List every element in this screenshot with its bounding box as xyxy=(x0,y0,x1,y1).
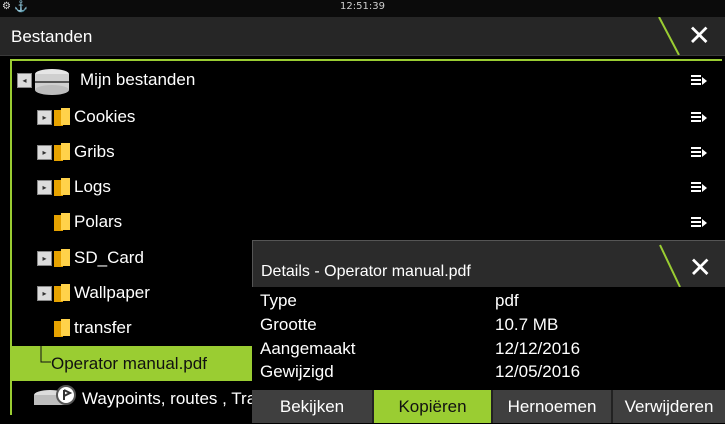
window-title: Bestanden xyxy=(11,27,93,46)
view-button[interactable]: Bekijken xyxy=(252,390,374,423)
folder-icon xyxy=(54,108,70,126)
details-button-bar: Bekijken Kopiëren Hernoemen Verwijderen xyxy=(252,390,725,423)
expand-icon[interactable]: ▸ xyxy=(37,251,52,266)
close-button[interactable]: ✕ xyxy=(657,17,725,55)
tree-item-label: Wallpaper xyxy=(74,283,150,302)
folder-icon xyxy=(54,213,70,231)
context-menu-icon[interactable] xyxy=(691,216,707,230)
folder-icon xyxy=(54,178,70,196)
expand-icon[interactable]: ▸ xyxy=(37,145,52,160)
tree-item-label: Logs xyxy=(74,177,111,196)
detail-key-type: Type xyxy=(260,291,297,310)
tree-item-cookies[interactable]: ▸ Cookies xyxy=(12,100,717,135)
tree-item-label: SD_Card xyxy=(74,248,144,267)
copy-button[interactable]: Kopiëren xyxy=(374,390,493,423)
tree-item-logs[interactable]: ▸ Logs xyxy=(12,170,717,205)
delete-button[interactable]: Verwijderen xyxy=(613,390,725,423)
close-icon: ✕ xyxy=(687,19,711,52)
expand-icon[interactable]: ▸ xyxy=(37,286,52,301)
waypoints-icon xyxy=(34,385,76,405)
detail-value-modified: 12/05/2016 xyxy=(495,362,581,381)
expand-icon[interactable]: ▸ xyxy=(37,110,52,125)
context-menu-icon[interactable] xyxy=(691,146,707,160)
collapse-icon[interactable]: ◂ xyxy=(17,73,32,88)
tree-root[interactable]: ◂ Mijn bestanden xyxy=(12,63,717,98)
close-icon: ✕ xyxy=(688,251,712,284)
detail-value-size: 10.7 MB xyxy=(495,315,559,334)
folder-icon xyxy=(54,249,70,267)
context-menu-icon[interactable] xyxy=(691,74,707,88)
status-bar: ⚙ ⚓ 12:51:39 xyxy=(0,0,725,17)
detail-value-created: 12/12/2016 xyxy=(495,339,581,358)
tree-item-gribs[interactable]: ▸ Gribs xyxy=(12,135,717,170)
folder-icon xyxy=(54,143,70,161)
expand-icon[interactable]: ▸ xyxy=(37,180,52,195)
context-menu-icon[interactable] xyxy=(691,181,707,195)
storage-icon xyxy=(35,69,69,95)
tree-root-label: Mijn bestanden xyxy=(80,70,196,89)
title-bar: Bestanden ✕ xyxy=(0,17,725,56)
folder-icon xyxy=(54,284,70,302)
detail-value-type: pdf xyxy=(495,291,519,310)
details-title: Details - Operator manual.pdf xyxy=(261,263,471,280)
clock: 12:51:39 xyxy=(340,1,385,12)
detail-key-created: Aangemaakt xyxy=(260,339,356,358)
context-menu-icon[interactable] xyxy=(691,111,707,125)
tree-connector xyxy=(40,346,51,363)
rename-button[interactable]: Hernoemen xyxy=(493,390,613,423)
detail-key-modified: Gewijzigd xyxy=(260,362,334,381)
tree-item-polars[interactable]: Polars xyxy=(12,205,717,240)
tree-item-label: Gribs xyxy=(74,142,115,161)
folder-icon xyxy=(54,319,70,337)
details-close-button[interactable]: ✕ xyxy=(658,241,725,287)
tree-item-label: Operator manual.pdf xyxy=(51,354,207,373)
detail-key-size: Grootte xyxy=(260,315,317,334)
tree-item-label: Polars xyxy=(74,212,123,231)
tree-item-label: transfer xyxy=(74,318,132,337)
details-dialog: Details - Operator manual.pdf ✕ Type pdf… xyxy=(252,240,725,423)
details-header: Details - Operator manual.pdf ✕ xyxy=(252,240,725,287)
tree-item-label: Cookies xyxy=(74,107,136,126)
